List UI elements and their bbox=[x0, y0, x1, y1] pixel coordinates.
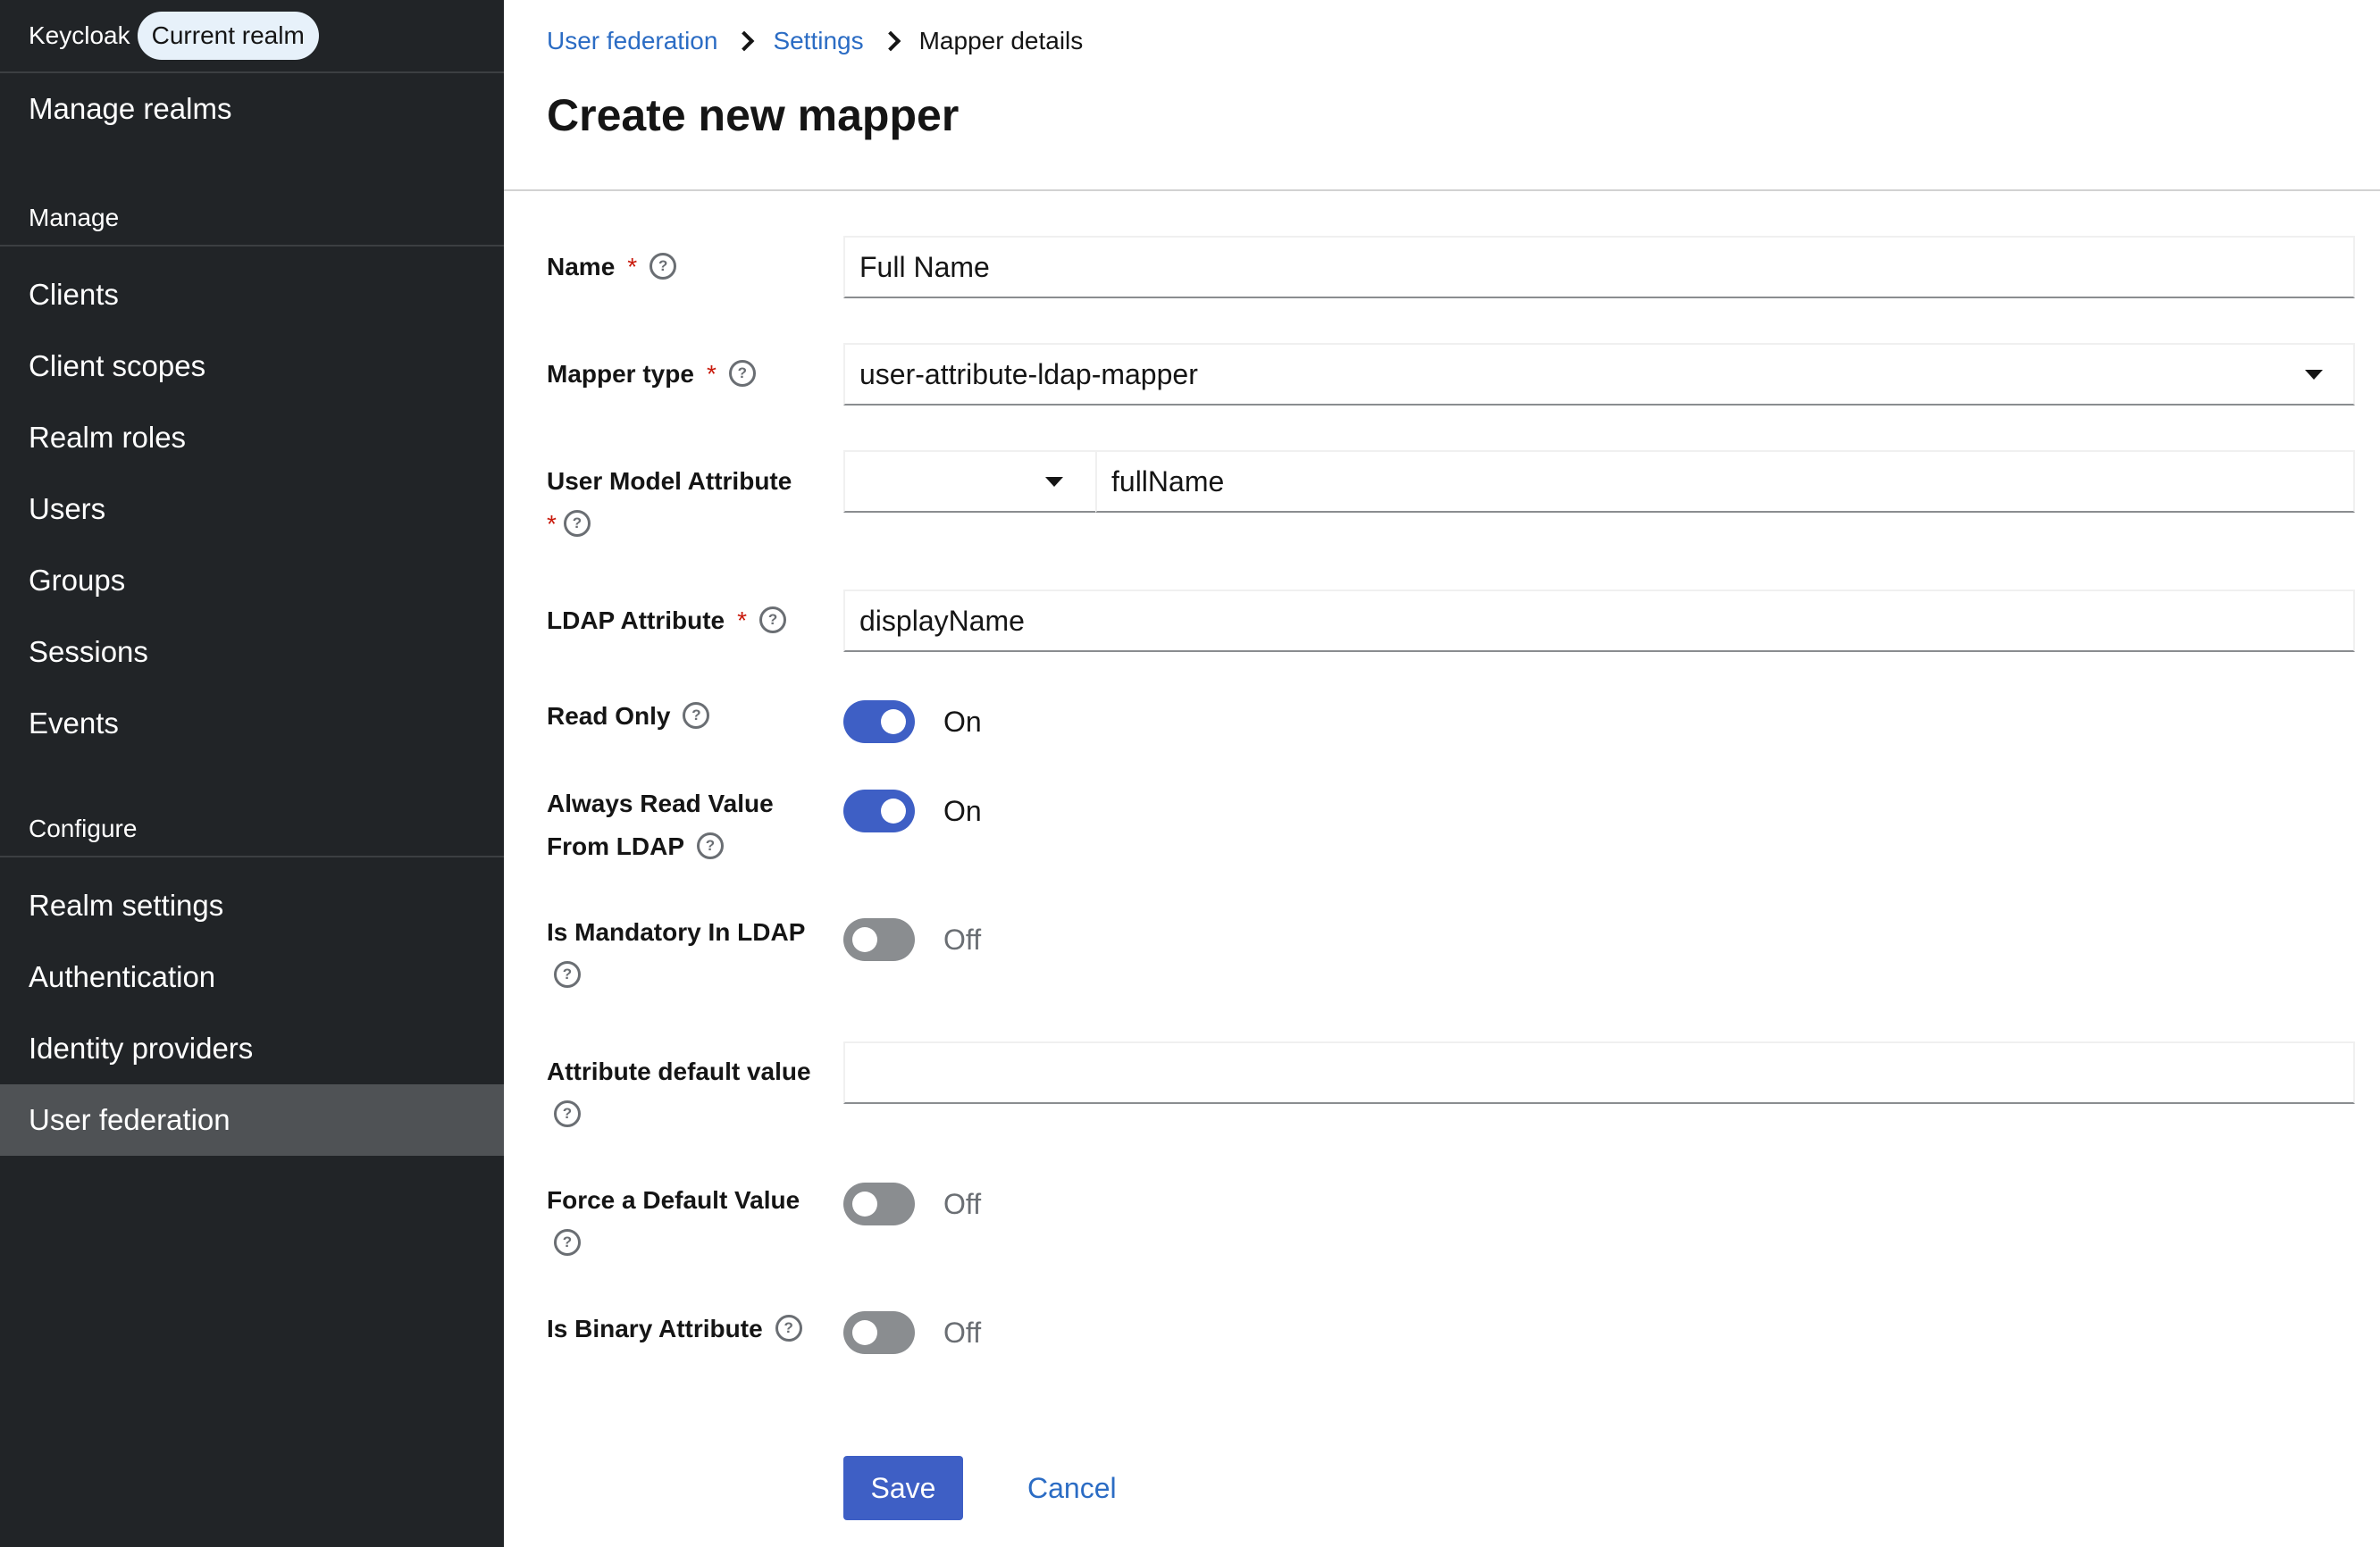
is-mandatory-label: Is Mandatory In LDAP ? bbox=[547, 911, 833, 997]
ldap-attribute-label: LDAP Attribute *? bbox=[547, 599, 833, 642]
is-mandatory-switch[interactable] bbox=[843, 918, 915, 961]
user-model-attribute-select[interactable] bbox=[843, 450, 1097, 513]
cancel-button[interactable]: Cancel bbox=[1020, 1456, 1124, 1520]
force-default-label: Force a Default Value ? bbox=[547, 1179, 833, 1265]
always-read-toggle-group: On bbox=[843, 790, 982, 832]
is-binary-switch[interactable] bbox=[843, 1311, 915, 1354]
sidebar-item-groups[interactable]: Groups bbox=[0, 545, 504, 616]
mapper-type-select[interactable]: user-attribute-ldap-mapper bbox=[843, 343, 2355, 406]
sidebar-item-realm-roles[interactable]: Realm roles bbox=[0, 402, 504, 473]
is-binary-toggle-group: Off bbox=[843, 1311, 981, 1354]
force-default-state: Off bbox=[943, 1187, 982, 1220]
page-title: Create new mapper bbox=[547, 90, 960, 140]
is-mandatory-state: Off bbox=[943, 923, 982, 956]
sidebar-section-configure: Configure bbox=[0, 802, 504, 857]
help-icon[interactable]: ? bbox=[728, 359, 756, 387]
page-header: User federation Settings Mapper details … bbox=[504, 0, 2380, 191]
save-button[interactable]: Save bbox=[843, 1456, 963, 1520]
caret-down-icon bbox=[2305, 370, 2323, 380]
chevron-right-icon bbox=[734, 30, 755, 52]
chevron-right-icon bbox=[880, 30, 901, 52]
switch-knob bbox=[881, 709, 906, 734]
mapper-type-label: Mapper type *? bbox=[547, 353, 833, 396]
mapper-type-value: user-attribute-ldap-mapper bbox=[859, 357, 1198, 390]
switch-knob bbox=[852, 1192, 877, 1217]
sidebar-item-realm-settings[interactable]: Realm settings bbox=[0, 870, 504, 941]
read-only-switch[interactable] bbox=[843, 700, 915, 743]
realm-selector[interactable]: Current realm bbox=[137, 12, 319, 60]
user-model-attribute-label: User Model Attribute *? bbox=[547, 467, 792, 538]
sidebar-item-client-scopes[interactable]: Client scopes bbox=[0, 330, 504, 402]
brand-logo-text: Keycloak bbox=[29, 21, 130, 49]
attribute-default-label: Attribute default value ? bbox=[547, 1050, 833, 1136]
always-read-label: Always Read Value From LDAP? bbox=[547, 790, 774, 860]
attribute-default-input[interactable] bbox=[843, 1041, 2355, 1104]
sidebar-header: Keycloak Current realm bbox=[0, 0, 504, 73]
always-read-switch[interactable] bbox=[843, 790, 915, 832]
required-marker: * bbox=[627, 253, 638, 280]
required-marker: * bbox=[547, 510, 557, 538]
main-content: User federation Settings Mapper details … bbox=[504, 0, 2380, 1547]
user-model-attribute-input[interactable]: fullName bbox=[1095, 450, 2355, 513]
sidebar-item-sessions[interactable]: Sessions bbox=[0, 616, 504, 688]
sidebar-item-identity-providers[interactable]: Identity providers bbox=[0, 1013, 504, 1084]
read-only-toggle-group: On bbox=[843, 700, 982, 743]
help-icon[interactable]: ? bbox=[554, 1228, 581, 1256]
help-icon[interactable]: ? bbox=[649, 252, 677, 280]
required-marker: * bbox=[737, 606, 748, 634]
name-input[interactable]: Full Name bbox=[843, 236, 2355, 298]
help-icon[interactable]: ? bbox=[697, 832, 724, 859]
sidebar-item-authentication[interactable]: Authentication bbox=[0, 941, 504, 1013]
always-read-state: On bbox=[943, 794, 982, 827]
help-icon[interactable]: ? bbox=[554, 960, 581, 988]
read-only-label: Read Only? bbox=[547, 695, 833, 738]
name-label: Name *? bbox=[547, 246, 833, 288]
required-marker: * bbox=[706, 360, 717, 388]
switch-knob bbox=[852, 1320, 877, 1345]
help-icon[interactable]: ? bbox=[775, 1314, 802, 1342]
ldap-attribute-input[interactable]: displayName bbox=[843, 590, 2355, 652]
force-default-toggle-group: Off bbox=[843, 1183, 981, 1225]
switch-knob bbox=[852, 927, 877, 952]
breadcrumb-settings[interactable]: Settings bbox=[773, 27, 863, 55]
force-default-switch[interactable] bbox=[843, 1183, 915, 1225]
switch-knob bbox=[881, 799, 906, 824]
breadcrumb: User federation Settings Mapper details bbox=[547, 27, 1083, 55]
is-binary-state: Off bbox=[943, 1316, 982, 1349]
caret-down-icon bbox=[1045, 477, 1063, 487]
sidebar-item-manage-realms[interactable]: Manage realms bbox=[0, 73, 504, 171]
breadcrumb-user-federation[interactable]: User federation bbox=[547, 27, 717, 55]
sidebar-item-user-federation[interactable]: User federation bbox=[0, 1084, 504, 1156]
help-icon[interactable]: ? bbox=[563, 509, 591, 537]
help-icon[interactable]: ? bbox=[759, 606, 787, 633]
sidebar-item-users[interactable]: Users bbox=[0, 473, 504, 545]
is-binary-label: Is Binary Attribute? bbox=[547, 1308, 833, 1350]
sidebar-section-manage: Manage bbox=[0, 191, 504, 247]
sidebar: Keycloak Current realm Manage realms Man… bbox=[0, 0, 504, 1547]
help-icon[interactable]: ? bbox=[683, 701, 710, 729]
help-icon[interactable]: ? bbox=[554, 1100, 581, 1127]
sidebar-item-events[interactable]: Events bbox=[0, 688, 504, 759]
breadcrumb-current: Mapper details bbox=[918, 27, 1084, 54]
read-only-state: On bbox=[943, 705, 982, 738]
is-mandatory-toggle-group: Off bbox=[843, 918, 981, 961]
sidebar-item-clients[interactable]: Clients bbox=[0, 259, 504, 330]
